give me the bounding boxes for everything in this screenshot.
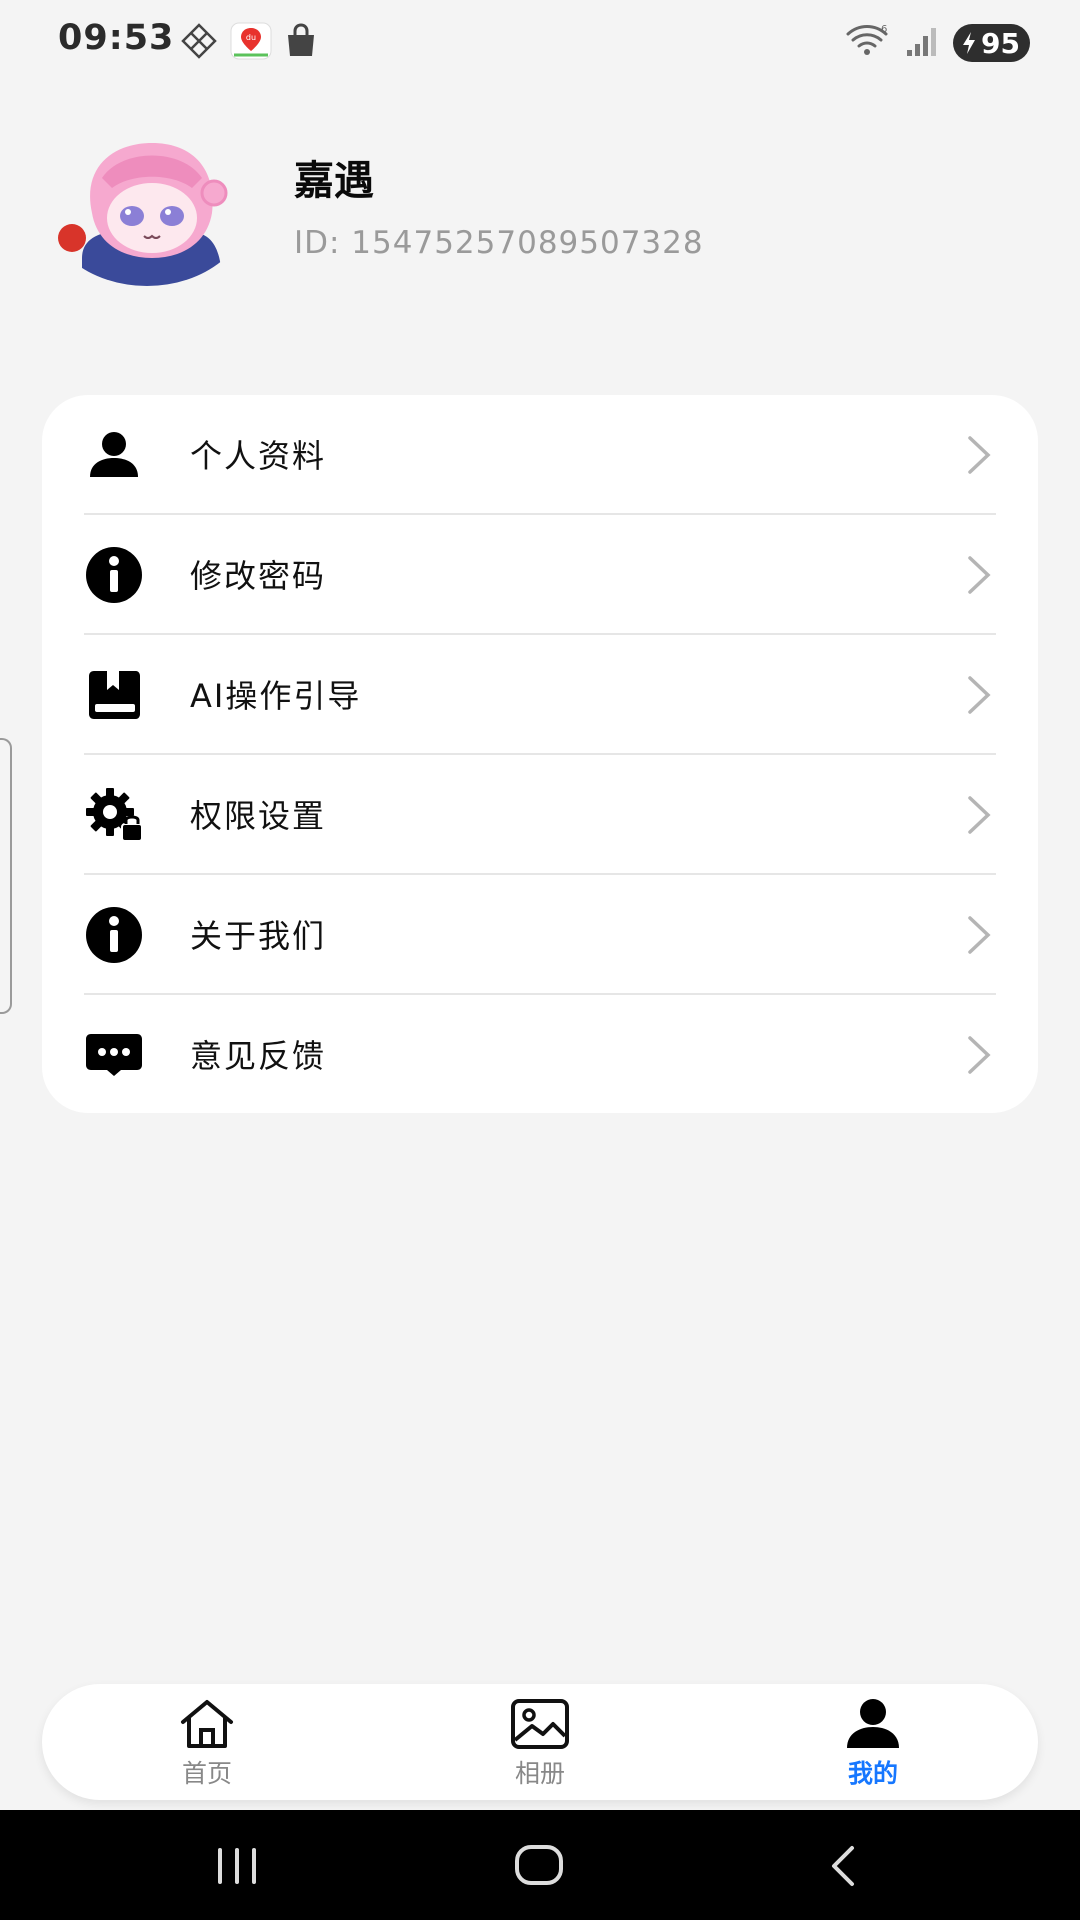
system-status-icons: 6 95 xyxy=(845,22,1030,64)
menu-item-label: AI操作引导 xyxy=(190,677,362,715)
chat-bubble-icon xyxy=(84,1025,144,1085)
notification-icons: du xyxy=(180,22,318,64)
menu-item-ai-guide[interactable]: AI操作引导 xyxy=(42,635,1038,755)
tab-label: 首页 xyxy=(181,1759,232,1788)
edge-panel-handle[interactable] xyxy=(0,738,12,1014)
menu-item-about-us[interactable]: 关于我们 xyxy=(42,875,1038,995)
tab-mine[interactable]: 我的 xyxy=(773,1684,973,1800)
tab-label: 相册 xyxy=(514,1759,565,1788)
avatar[interactable] xyxy=(42,118,252,286)
tab-label: 我的 xyxy=(847,1759,898,1788)
user-name: 嘉遇 xyxy=(294,158,374,204)
battery-level: 95 xyxy=(981,26,1020,60)
svg-text:du: du xyxy=(246,33,256,42)
info-icon xyxy=(84,545,144,605)
menu-item-label: 修改密码 xyxy=(190,557,327,595)
status-bar: 09:53 du 6 95 xyxy=(0,0,1080,82)
system-navigation-bar xyxy=(0,1810,1080,1920)
shopping-bag-icon xyxy=(284,23,318,63)
chevron-right-icon xyxy=(968,916,991,954)
menu-item-label: 权限设置 xyxy=(190,797,327,835)
cellular-signal-icon xyxy=(905,24,939,62)
back-icon[interactable] xyxy=(826,1844,860,1888)
chevron-right-icon xyxy=(968,1036,991,1074)
menu-item-change-password[interactable]: 修改密码 xyxy=(42,515,1038,635)
menu-item-label: 关于我们 xyxy=(190,917,327,955)
image-icon xyxy=(511,1699,569,1749)
chevron-right-icon xyxy=(968,436,991,474)
status-time: 09:53 xyxy=(58,18,175,58)
svg-text:6: 6 xyxy=(881,24,887,35)
recent-apps-icon[interactable] xyxy=(214,1846,260,1886)
chevron-right-icon xyxy=(968,556,991,594)
wifi-6-icon: 6 xyxy=(845,22,891,64)
person-icon xyxy=(84,425,144,485)
home-button-icon[interactable] xyxy=(514,1842,564,1888)
tab-home[interactable]: 首页 xyxy=(107,1684,307,1800)
gear-lock-icon xyxy=(84,785,144,845)
menu-item-feedback[interactable]: 意见反馈 xyxy=(42,995,1038,1115)
bottom-tab-bar: 首页 相册 我的 xyxy=(42,1684,1038,1800)
chevron-right-icon xyxy=(968,796,991,834)
menu-item-permissions[interactable]: 权限设置 xyxy=(42,755,1038,875)
menu-item-label: 个人资料 xyxy=(190,437,327,475)
user-id: ID: 1547525708950732​8 xyxy=(294,225,704,261)
info-icon xyxy=(84,905,144,965)
menu-item-label: 意见反馈 xyxy=(190,1037,327,1075)
battery-indicator: 95 xyxy=(953,24,1030,62)
person-icon xyxy=(847,1699,899,1748)
tab-album[interactable]: 相册 xyxy=(440,1684,640,1800)
baidu-map-icon: du xyxy=(230,22,272,64)
settings-menu: 个人资料 修改密码 AI操作引导 权限设置 关于我们 意见反馈 xyxy=(42,395,1038,1113)
menu-item-profile[interactable]: 个人资料 xyxy=(42,395,1038,515)
battery-charging-icon xyxy=(963,32,976,54)
home-icon xyxy=(181,1700,233,1748)
chevron-right-icon xyxy=(968,676,991,714)
book-icon xyxy=(84,665,144,725)
grid-diamond-icon xyxy=(180,22,218,64)
